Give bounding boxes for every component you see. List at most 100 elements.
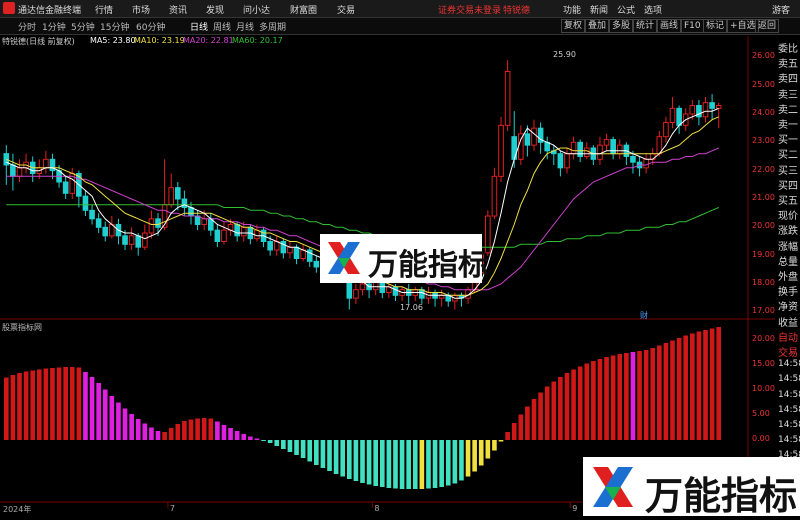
indicator-bar — [162, 432, 167, 440]
indicator-bar — [399, 440, 405, 489]
candle-body — [214, 229, 221, 243]
indicator-bar — [709, 328, 715, 440]
candle-body — [95, 218, 102, 228]
price-tick: 25.00 — [752, 79, 775, 89]
candle-body — [610, 139, 616, 155]
indicator-bar — [683, 335, 689, 440]
candle-body — [128, 235, 135, 245]
indicator-bar — [320, 440, 326, 468]
indicator-bar — [386, 440, 392, 488]
indicator-bar — [168, 428, 174, 440]
indicator-bar — [142, 423, 148, 440]
indicator-bar — [610, 355, 616, 440]
indicator-bar — [703, 330, 708, 440]
candle-body — [669, 107, 676, 124]
indicator-bar — [452, 440, 458, 484]
indicator-bar — [135, 419, 141, 440]
indicator-bar — [149, 427, 154, 440]
indicator-bar — [109, 396, 115, 440]
price-tick: 20.00 — [752, 221, 775, 231]
side-label: 14:58 — [778, 389, 800, 400]
indicator-bar — [465, 440, 471, 477]
indicator-bar — [591, 361, 596, 440]
candle-body — [221, 229, 227, 243]
indicator-bar — [241, 434, 247, 440]
indicator-bar — [63, 367, 68, 440]
candle-body — [181, 198, 188, 208]
price-tick: 21.00 — [752, 193, 775, 202]
watermark-top: 万能指标 — [320, 234, 488, 283]
indicator-bar — [234, 431, 240, 440]
indicator-bar — [393, 440, 398, 489]
indicator-bar — [122, 408, 128, 440]
candle-body — [122, 235, 128, 245]
indicator-bar — [254, 438, 260, 440]
candle-body — [392, 286, 399, 296]
indicator-bar — [584, 363, 590, 440]
indicator-bar — [432, 440, 438, 488]
candle-body — [583, 147, 590, 157]
high-price-label: 25.90 — [553, 50, 576, 59]
candle-body — [174, 187, 181, 200]
candle-body — [234, 224, 240, 237]
indicator-bar — [50, 368, 55, 440]
candle-body — [531, 127, 537, 146]
indicator-bar — [228, 428, 233, 440]
side-label: 卖五 — [778, 59, 798, 71]
side-label: 卖一 — [778, 120, 798, 131]
quote-side-panel: 委比 卖五 卖四 卖三 卖二 卖一 买一 买二 买三 买四 买五 现价 涨跌 涨幅 总量 外盘 换手 净资 收益 自动… — [775, 36, 800, 516]
indicator-bar — [518, 414, 524, 440]
indicator-bar — [274, 440, 280, 446]
indicator-bar — [195, 418, 200, 440]
candle-body — [254, 229, 260, 240]
indicator-bar — [76, 367, 82, 440]
candle-body — [89, 209, 95, 220]
indicator-bar — [89, 377, 95, 440]
indicator-bar — [716, 327, 722, 440]
indicator-bar — [439, 440, 444, 487]
price-tick: 26.00 — [752, 51, 775, 61]
side-label: 14:58 — [778, 404, 800, 415]
indicator-bar — [102, 389, 108, 440]
candle-body — [240, 226, 247, 237]
candle-body — [544, 141, 551, 152]
candle-body — [603, 139, 610, 146]
price-tick: 24.00 — [752, 108, 775, 117]
indicator-bar — [43, 368, 49, 440]
candle-body — [300, 249, 306, 259]
indicator-bar — [419, 440, 425, 489]
indicator-bar — [505, 432, 510, 440]
indicator-bar — [690, 333, 695, 440]
indicator-bar — [155, 431, 161, 440]
side-label: 14:58 — [778, 359, 800, 370]
candle-body — [524, 133, 531, 146]
indicator-bar — [676, 338, 682, 440]
indicator-bar — [571, 369, 576, 440]
candle-body — [353, 289, 359, 299]
indicator-bar — [650, 348, 656, 440]
indicator-bar — [353, 440, 359, 481]
candle-body — [10, 164, 16, 177]
indicator-bar — [617, 354, 623, 440]
side-label: 外盘 — [778, 272, 798, 283]
candle-body — [168, 187, 175, 206]
indicator-bar — [696, 331, 702, 440]
indicator-bar — [327, 440, 332, 471]
sub-tick: 5.00 — [752, 409, 770, 418]
indicator-bar — [346, 440, 352, 479]
indicator-bar — [604, 357, 609, 440]
side-label: 买三 — [778, 165, 798, 177]
candle-body — [616, 144, 623, 155]
indicator-bar — [511, 423, 517, 440]
side-label: 交易 — [778, 348, 798, 359]
finance-event-mark[interactable]: 财 — [640, 310, 648, 321]
indicator-bar — [281, 440, 286, 449]
candle-body — [689, 105, 696, 115]
candle-body — [498, 124, 504, 177]
date-tick: 9 — [572, 504, 578, 513]
indicator-bar — [406, 440, 411, 489]
candle-body — [663, 122, 669, 138]
sub-indicator-title: 股票指标网 — [2, 323, 42, 332]
indicator-bar — [531, 399, 537, 440]
date-tick: 7 — [169, 504, 175, 513]
